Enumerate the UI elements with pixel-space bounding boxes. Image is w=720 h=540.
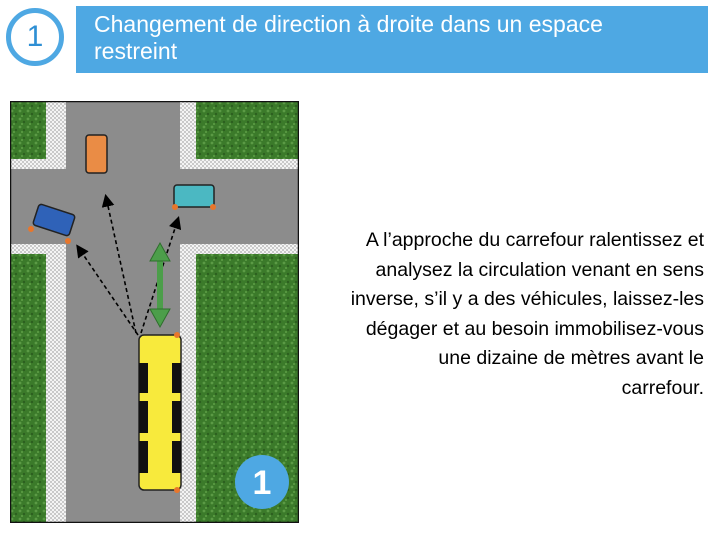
step-badge-number: 1 xyxy=(253,464,272,502)
title-banner: Changement de direction à droite dans un… xyxy=(76,6,708,73)
page-title: Changement de direction à droite dans un… xyxy=(94,11,603,64)
step-number: 1 xyxy=(26,20,44,53)
school-bus xyxy=(138,332,182,493)
orange-car xyxy=(85,134,108,174)
step-badge: 1 xyxy=(235,455,289,509)
teal-car xyxy=(172,184,216,210)
intersection-diagram: 1 xyxy=(10,101,299,523)
step-number-circle: 1 xyxy=(6,8,64,66)
description-text: A l’approche du carrefour ralentissez et… xyxy=(350,229,704,399)
